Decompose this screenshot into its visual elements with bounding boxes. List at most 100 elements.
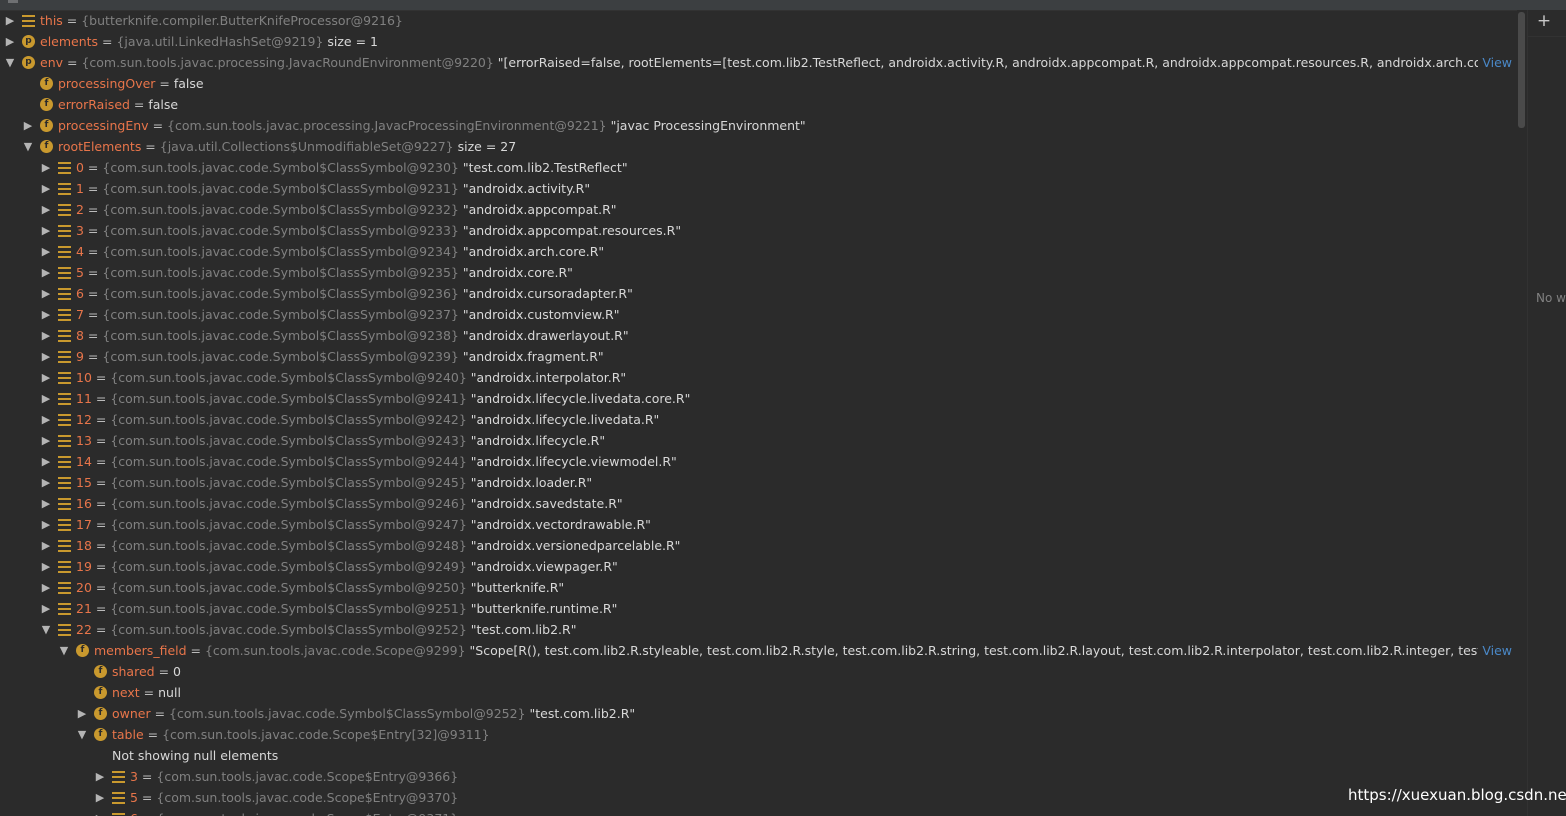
scrollbar-thumb[interactable] — [1518, 12, 1525, 128]
tree-row[interactable]: ▶ 21 = {com.sun.tools.javac.code.Symbol$C… — [0, 598, 1516, 619]
collapse-arrow-icon[interactable]: ▼ — [58, 640, 70, 661]
tree-row[interactable]: processingOver = false — [0, 73, 1516, 94]
tree-row[interactable]: ▶ 3 = {com.sun.tools.javac.code.Symbol$Cl… — [0, 220, 1516, 241]
variable-name: 8 — [76, 328, 84, 343]
tree-row[interactable]: ▶ 19 = {com.sun.tools.javac.code.Symbol$C… — [0, 556, 1516, 577]
tree-row[interactable]: errorRaised = false — [0, 94, 1516, 115]
expand-arrow-icon[interactable]: ▶ — [76, 703, 88, 724]
expand-arrow-icon[interactable]: ▶ — [94, 766, 106, 787]
tree-row[interactable]: ▶ 16 = {com.sun.tools.javac.code.Symbol$C… — [0, 493, 1516, 514]
expand-arrow-icon[interactable]: ▶ — [40, 178, 52, 199]
tree-row[interactable]: ▶ 14 = {com.sun.tools.javac.code.Symbol$C… — [0, 451, 1516, 472]
view-link[interactable]: View — [1478, 52, 1516, 73]
array-element-icon — [58, 414, 71, 426]
collapse-arrow-icon[interactable]: ▼ — [4, 52, 16, 73]
expand-arrow-icon[interactable]: ▶ — [22, 115, 34, 136]
expand-arrow-icon[interactable]: ▶ — [40, 409, 52, 430]
tree-row[interactable]: ▶ 8 = {com.sun.tools.javac.code.Symbol$Cl… — [0, 325, 1516, 346]
expand-arrow-icon[interactable]: ▶ — [40, 472, 52, 493]
expand-arrow-icon[interactable]: ▶ — [40, 283, 52, 304]
tree-row[interactable]: ▶ 2 = {com.sun.tools.javac.code.Symbol$Cl… — [0, 199, 1516, 220]
expand-arrow-icon[interactable]: ▶ — [40, 325, 52, 346]
expand-arrow-icon[interactable]: ▶ — [40, 241, 52, 262]
expand-arrow-icon[interactable]: ▶ — [4, 10, 16, 31]
tree-row[interactable]: ▶ 17 = {com.sun.tools.javac.code.Symbol$C… — [0, 514, 1516, 535]
expand-arrow-icon[interactable]: ▶ — [40, 262, 52, 283]
tree-row[interactable]: next = null — [0, 682, 1516, 703]
tree-row[interactable]: ▶ this = {butterknife.compiler.ButterKnif… — [0, 10, 1516, 31]
tree-row[interactable]: ▶ owner = {com.sun.tools.javac.code.Symbo… — [0, 703, 1516, 724]
tree-row[interactable]: ▶ 4 = {com.sun.tools.javac.code.Symbol$Cl… — [0, 241, 1516, 262]
expand-arrow-icon[interactable]: ▶ — [40, 388, 52, 409]
tree-row[interactable]: ▶ elements = {java.util.LinkedHashSet@921… — [0, 31, 1516, 52]
collapse-arrow-icon[interactable]: ▼ — [76, 724, 88, 745]
expand-arrow-icon[interactable]: ▶ — [40, 556, 52, 577]
expand-arrow-icon[interactable]: ▶ — [40, 514, 52, 535]
tree-row[interactable]: ▶ 7 = {com.sun.tools.javac.code.Symbol$Cl… — [0, 304, 1516, 325]
view-link[interactable]: View — [1478, 640, 1516, 661]
expand-arrow-icon[interactable]: ▶ — [40, 199, 52, 220]
equals-sign: = — [139, 685, 159, 700]
variables-tree[interactable]: ▶ this = {butterknife.compiler.ButterKnif… — [0, 10, 1516, 816]
tree-row[interactable]: ▼ members_field = {com.sun.tools.javac.co… — [0, 640, 1516, 661]
tree-row[interactable]: Not showing null elements — [0, 745, 1516, 766]
tree-row[interactable]: ▼ 22 = {com.sun.tools.javac.code.Symbol$C… — [0, 619, 1516, 640]
expand-arrow-icon[interactable]: ▶ — [40, 577, 52, 598]
tree-row[interactable]: ▶ 12 = {com.sun.tools.javac.code.Symbol$C… — [0, 409, 1516, 430]
tree-row[interactable]: ▶ 0 = {com.sun.tools.javac.code.Symbol$Cl… — [0, 157, 1516, 178]
variable-name: 6 — [130, 811, 138, 816]
tree-row-text: 21 = {com.sun.tools.javac.code.Symbol$Cl… — [76, 598, 617, 619]
equals-sign: = — [91, 601, 111, 616]
collapse-arrow-icon[interactable]: ▼ — [40, 619, 52, 640]
expand-arrow-icon[interactable]: ▶ — [40, 157, 52, 178]
variable-name: 7 — [76, 307, 84, 322]
tree-row[interactable]: ▶ processingEnv = {com.sun.tools.javac.pr… — [0, 115, 1516, 136]
tree-row[interactable]: ▶ 9 = {com.sun.tools.javac.code.Symbol$Cl… — [0, 346, 1516, 367]
expand-arrow-icon[interactable]: ▶ — [40, 367, 52, 388]
tree-row[interactable]: ▶ 20 = {com.sun.tools.javac.code.Symbol$C… — [0, 577, 1516, 598]
variable-type: {com.sun.tools.javac.code.Symbol$ClassSy… — [102, 265, 459, 280]
tree-row-text: 17 = {com.sun.tools.javac.code.Symbol$Cl… — [76, 514, 651, 535]
equals-sign: = — [91, 538, 111, 553]
expand-arrow-icon[interactable]: ▶ — [40, 493, 52, 514]
tree-row[interactable]: shared = 0 — [0, 661, 1516, 682]
expand-arrow-icon[interactable]: ▶ — [40, 598, 52, 619]
expand-arrow-icon[interactable]: ▶ — [40, 304, 52, 325]
expand-arrow-icon[interactable]: ▶ — [94, 787, 106, 808]
expand-arrow-icon[interactable]: ▶ — [40, 430, 52, 451]
tree-row[interactable]: ▶ 18 = {com.sun.tools.javac.code.Symbol$C… — [0, 535, 1516, 556]
tree-row[interactable]: ▼ env = {com.sun.tools.javac.processing.J… — [0, 52, 1516, 73]
variable-name: 20 — [76, 580, 92, 595]
add-watch-button[interactable]: + — [1535, 12, 1553, 30]
expand-arrow-icon[interactable]: ▶ — [4, 31, 16, 52]
tree-row[interactable]: ▶ 1 = {com.sun.tools.javac.code.Symbol$Cl… — [0, 178, 1516, 199]
tree-row[interactable]: ▶ 5 = {com.sun.tools.javac.code.Scope$Ent… — [0, 787, 1516, 808]
equals-sign: = — [91, 475, 111, 490]
variable-value: "Scope[R(), test.com.lib2.R.styleable, t… — [469, 643, 1516, 658]
expand-arrow-icon[interactable]: ▶ — [94, 808, 106, 816]
variable-type: {com.sun.tools.javac.code.Symbol$ClassSy… — [110, 370, 467, 385]
expand-arrow-icon[interactable]: ▶ — [40, 535, 52, 556]
variable-value: "test.com.lib2.R" — [525, 706, 636, 721]
tree-row[interactable]: ▶ 13 = {com.sun.tools.javac.code.Symbol$C… — [0, 430, 1516, 451]
variable-type: {com.sun.tools.javac.code.Symbol$ClassSy… — [102, 244, 459, 259]
tree-row[interactable]: ▶ 11 = {com.sun.tools.javac.code.Symbol$C… — [0, 388, 1516, 409]
tree-row[interactable]: ▶ 5 = {com.sun.tools.javac.code.Symbol$Cl… — [0, 262, 1516, 283]
tree-row[interactable]: ▼ table = {com.sun.tools.javac.code.Scope… — [0, 724, 1516, 745]
tree-row-text: 18 = {com.sun.tools.javac.code.Symbol$Cl… — [76, 535, 680, 556]
expand-arrow-icon[interactable]: ▶ — [40, 220, 52, 241]
tree-row[interactable]: ▶ 3 = {com.sun.tools.javac.code.Scope$Ent… — [0, 766, 1516, 787]
array-element-icon — [112, 792, 125, 804]
variable-name: 2 — [76, 202, 84, 217]
vertical-scrollbar[interactable] — [1517, 10, 1527, 816]
collapse-arrow-icon[interactable]: ▼ — [22, 136, 34, 157]
tree-row[interactable]: ▶ 6 = {com.sun.tools.javac.code.Symbol$Cl… — [0, 283, 1516, 304]
tree-row[interactable]: ▶ 6 = {com.sun.tools.javac.code.Scope$Ent… — [0, 808, 1516, 816]
tree-row-text: owner = {com.sun.tools.javac.code.Symbol… — [112, 703, 635, 724]
expand-arrow-icon[interactable]: ▶ — [40, 346, 52, 367]
expand-arrow-icon[interactable]: ▶ — [40, 451, 52, 472]
tree-row[interactable]: ▶ 15 = {com.sun.tools.javac.code.Symbol$C… — [0, 472, 1516, 493]
variable-type: {java.util.Collections$UnmodifiableSet@9… — [159, 139, 454, 154]
tree-row[interactable]: ▶ 10 = {com.sun.tools.javac.code.Symbol$C… — [0, 367, 1516, 388]
tree-row[interactable]: ▼ rootElements = {java.util.Collections$U… — [0, 136, 1516, 157]
